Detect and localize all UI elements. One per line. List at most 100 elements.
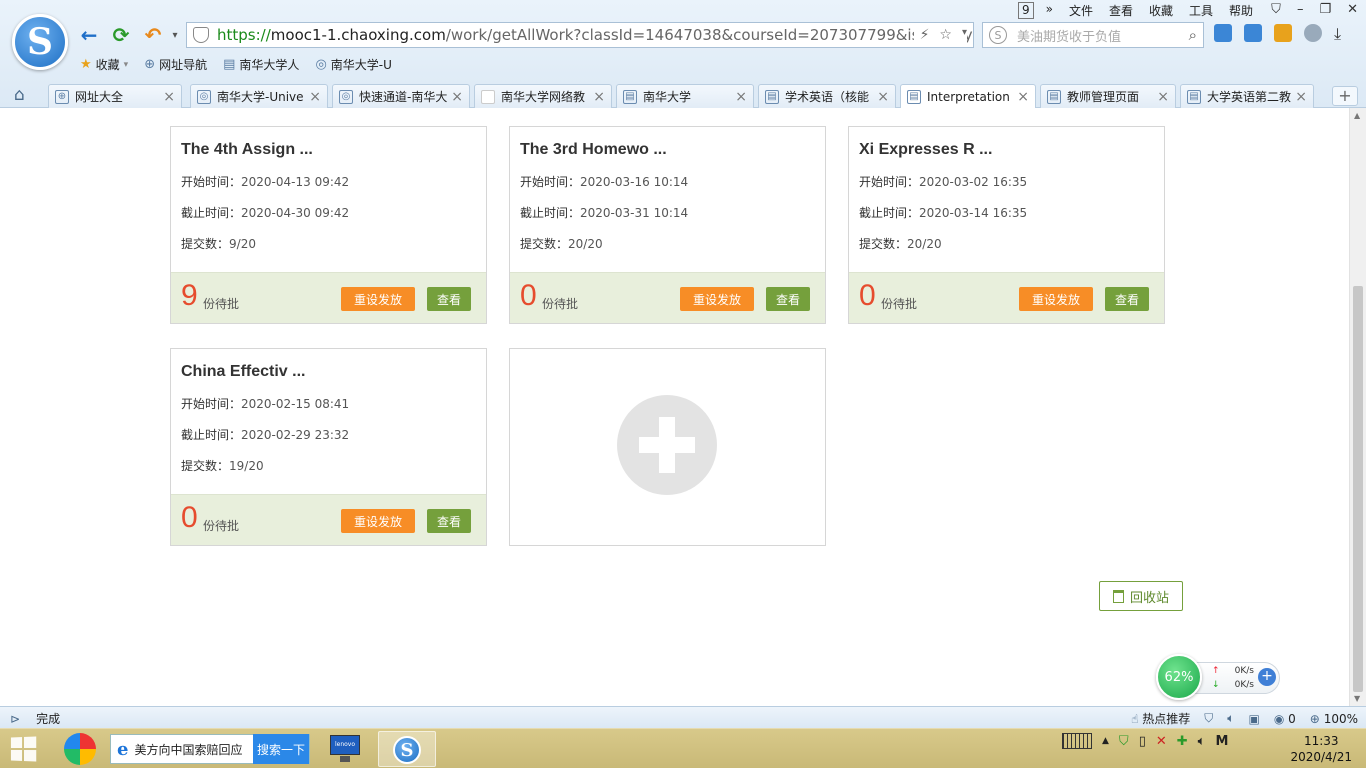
close-icon[interactable]: × [593,89,605,105]
tab-4[interactable]: ▤ 南华大学 × [616,84,754,108]
taskbar-search-button[interactable]: 搜索一下 [253,734,309,764]
menu-more[interactable]: » [1038,2,1061,19]
memory-percent[interactable]: 62% [1156,654,1202,700]
assignment-title[interactable]: The 4th Assign ... [181,141,313,159]
tab-count-badge[interactable]: 9 [1018,2,1034,19]
menu-help[interactable]: 帮助 [1221,2,1261,19]
close-icon[interactable]: × [309,89,321,105]
refresh-icon[interactable]: ⟳ [108,22,134,48]
close-window-icon[interactable]: ✕ [1347,2,1358,17]
close-icon[interactable]: × [451,89,463,105]
close-icon[interactable]: × [163,89,175,105]
tab-2[interactable]: ◎ 快速通道-南华大 × [332,84,470,108]
view-button[interactable]: 查看 [766,287,810,311]
address-dropdown-icon[interactable]: ▾ [962,27,967,43]
network-error-icon[interactable]: ✕ [1156,734,1167,749]
reset-publish-button[interactable]: 重设发放 [341,509,415,533]
new-tab-button[interactable]: + [1332,86,1358,106]
browser-task-button[interactable]: S [378,731,436,767]
scroll-up-icon[interactable]: ▲ [1354,111,1360,120]
clock[interactable]: 11:33 2020/4/21 [1290,733,1352,765]
taskbar-search[interactable]: e 美方向中国索赔回应 搜索一下 [110,734,310,764]
undo-dropdown-chevron-icon[interactable]: ▾ [162,22,188,48]
tab-0[interactable]: ⊕ 网址大全 × [48,84,182,108]
close-icon[interactable]: × [1295,89,1307,105]
volume-icon[interactable]: 🔈︎ [1227,711,1234,726]
tab-5[interactable]: ▤ 学术英语（核能 × [758,84,896,108]
menu-favorites[interactable]: 收藏 [1141,2,1181,19]
close-icon[interactable]: × [877,89,889,105]
bookmark-favorites[interactable]: ★ 收藏 ▾ [80,56,128,73]
pinned-app-icon[interactable] [64,733,96,765]
minimize-icon[interactable]: – [1297,2,1304,17]
tab-3[interactable]: 南华大学网络教 × [474,84,612,108]
screenshot-icon[interactable] [1244,24,1262,42]
security-icon[interactable]: ⛉ [1204,711,1213,726]
tools-icon[interactable]: ▣ [1249,712,1260,726]
close-icon[interactable]: × [735,89,747,105]
sync-icon[interactable] [1274,24,1292,42]
reset-publish-button[interactable]: 重设发放 [341,287,415,311]
search-icon[interactable]: ⌕ [1189,26,1197,44]
address-bar-actions: ⚡ ☆ ▾ [913,27,967,43]
search-engine-icon[interactable]: S [989,26,1007,44]
speaker-icon[interactable]: 🔈︎ [1198,734,1206,749]
network-speed-widget[interactable]: 62% ↑ 0K/s ↓ 0K/s + [1156,654,1282,700]
taskbar-search-text[interactable]: 美方向中国索赔回应 [134,741,253,758]
vertical-scrollbar[interactable]: ▲ ▼ [1349,108,1366,706]
home-icon[interactable]: ⌂ [14,85,25,105]
360-icon[interactable]: ✚ [1177,734,1188,749]
menu-file[interactable]: 文件 [1061,2,1101,19]
bookmark-nav[interactable]: ⊕ 网址导航 [144,56,207,73]
tab-6-active[interactable]: ▤ Interpretation × [900,84,1036,108]
more-icon[interactable] [1304,24,1322,42]
menu-tools[interactable]: 工具 [1181,2,1221,19]
view-button[interactable]: 查看 [1105,287,1149,311]
assignment-title[interactable]: China Effectiv ... [181,363,305,381]
close-icon[interactable]: × [1157,89,1169,105]
ad-block-count[interactable]: ◉ 0 [1274,712,1296,726]
recycle-bin-button[interactable]: 回收站 [1099,581,1183,611]
browser-logo-icon[interactable]: S [12,14,68,70]
lightning-icon[interactable]: ⚡ [920,27,930,43]
address-bar[interactable]: https:// mooc1-1.chaoxing.com /work/getA… [186,22,974,48]
tray-expand-icon[interactable]: ▲ [1102,736,1109,746]
bookmark-nhu-people[interactable]: ▤ 南华大学人 [223,56,299,73]
keyboard-icon[interactable] [1062,733,1092,749]
sidebar-toggle-icon[interactable]: ⊳ [10,712,20,726]
skin-icon[interactable]: ⛉ [1271,2,1281,17]
bookmark-star-icon[interactable]: ☆ [939,27,952,43]
download-icon[interactable]: ⤓ [1334,24,1352,43]
close-icon[interactable]: × [1017,89,1029,105]
battery-icon[interactable]: ▯ [1139,734,1146,749]
scroll-down-icon[interactable]: ▼ [1354,694,1360,703]
zoom-level[interactable]: ⊕ 100% [1310,712,1358,726]
translate-icon[interactable] [1214,24,1232,42]
add-assignment-card[interactable] [509,348,826,546]
back-arrow-icon[interactable]: ← [76,22,102,48]
tab-8[interactable]: ▤ 大学英语第二教 × [1180,84,1314,108]
submit-count: 提交数：19/20 [181,459,264,473]
assignment-title[interactable]: The 3rd Homewo ... [520,141,667,159]
assignment-title[interactable]: Xi Expresses R ... [859,141,992,159]
ime-indicator[interactable]: M [1215,734,1228,749]
tab-7[interactable]: ▤ 教师管理页面 × [1040,84,1176,108]
view-button[interactable]: 查看 [427,287,471,311]
view-button[interactable]: 查看 [427,509,471,533]
scrollbar-thumb[interactable] [1353,286,1363,692]
hot-recommend[interactable]: ☝ 热点推荐 [1131,710,1190,727]
widget-plus-icon[interactable]: + [1258,668,1276,686]
lenovo-app-icon[interactable]: lenovo [322,733,368,765]
reset-publish-button[interactable]: 重设发放 [680,287,754,311]
search-input[interactable]: S 美油期货收于负值 ⌕ [982,22,1204,48]
plus-icon[interactable] [617,395,717,495]
menu-view[interactable]: 查看 [1101,2,1141,19]
start-button-windows-icon[interactable] [10,736,38,762]
security-shield-icon[interactable]: ⛉ [1119,734,1129,749]
restore-icon[interactable]: ❐ [1319,2,1331,17]
security-shield-icon[interactable] [193,27,209,43]
download-speed: ↓ 0K/s [1212,680,1254,690]
tab-1[interactable]: ◎ 南华大学-Unive × [190,84,328,108]
reset-publish-button[interactable]: 重设发放 [1019,287,1093,311]
bookmark-nhu-u[interactable]: ◎ 南华大学-U [315,56,391,73]
